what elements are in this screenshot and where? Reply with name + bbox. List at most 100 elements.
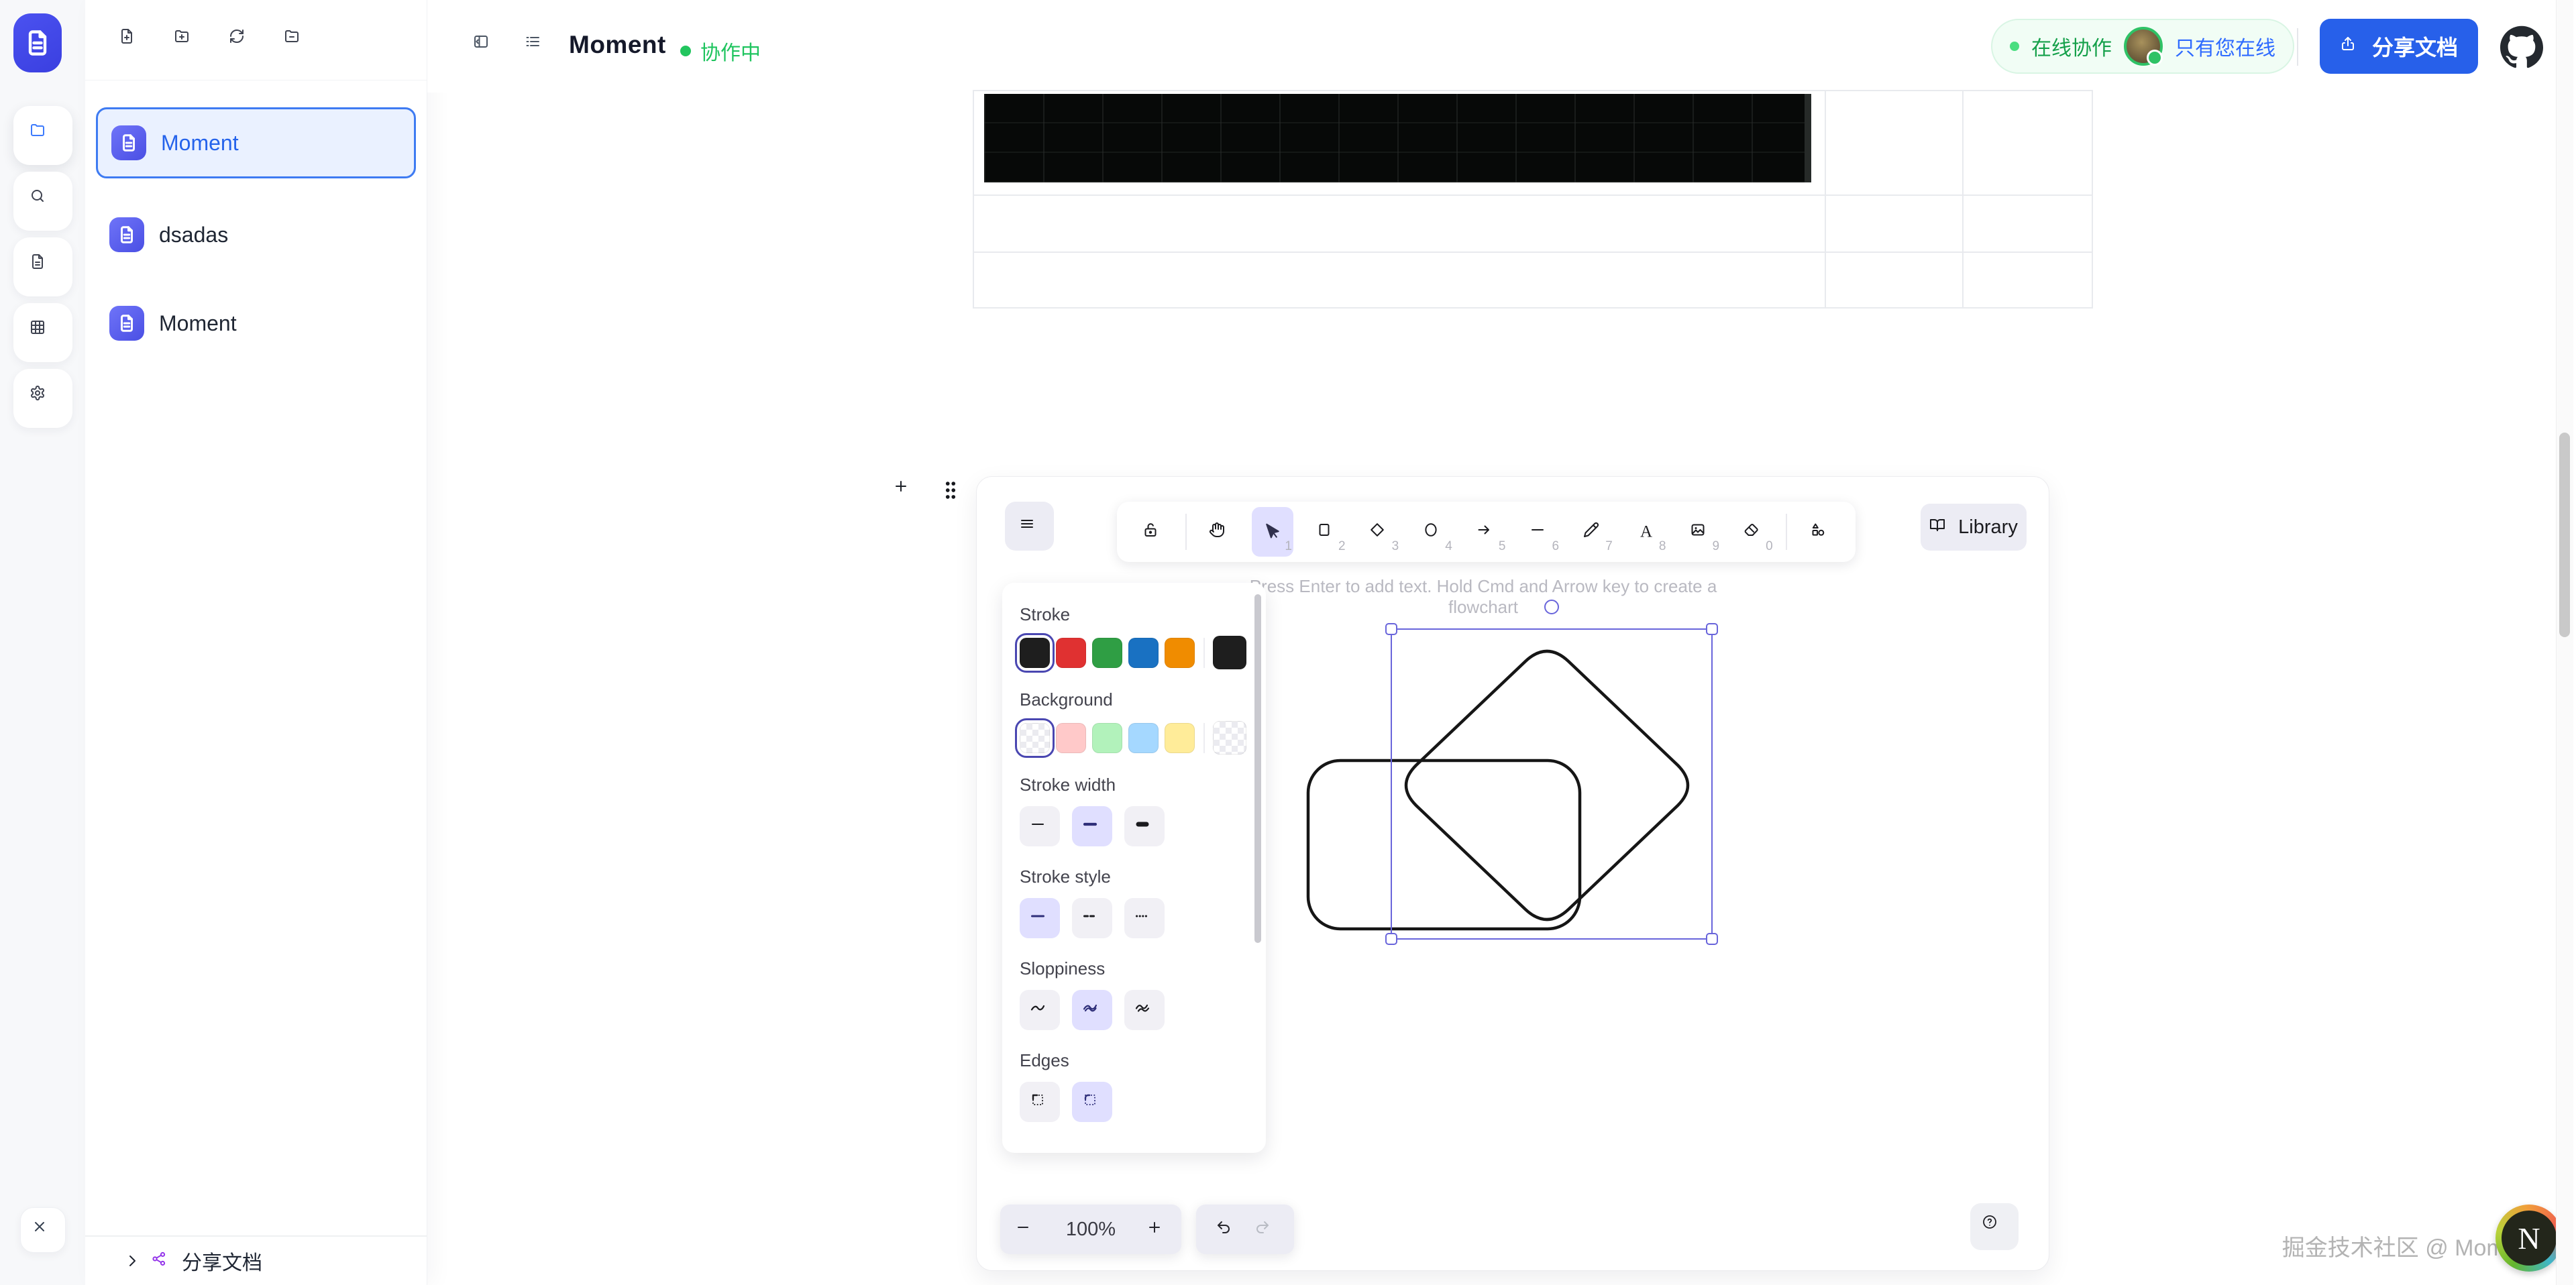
stroke_width-option-bold[interactable] bbox=[1072, 806, 1112, 846]
zoom-out-button[interactable] bbox=[1015, 1219, 1035, 1239]
background-swatch-row bbox=[1020, 721, 1248, 755]
stroke_style-option-dotted[interactable] bbox=[1124, 898, 1165, 938]
tool-line[interactable]: 6 bbox=[1519, 507, 1560, 557]
background-color-swatch-transparent[interactable] bbox=[1020, 723, 1050, 753]
background-color-swatch-#ffc9c9[interactable] bbox=[1056, 723, 1086, 753]
diamond-icon bbox=[1369, 522, 1389, 542]
n-avatar-letter: N bbox=[2502, 1211, 2557, 1266]
canvas-diamond[interactable] bbox=[1406, 651, 1688, 919]
github-link[interactable] bbox=[2500, 25, 2543, 68]
tool-text[interactable]: A8 bbox=[1625, 507, 1667, 557]
rail-item-grid[interactable] bbox=[13, 303, 72, 362]
n-avatar-badge[interactable]: N bbox=[2496, 1205, 2563, 1272]
app-logo[interactable] bbox=[13, 13, 62, 72]
help-button[interactable] bbox=[1970, 1203, 2019, 1250]
rotate-handle[interactable] bbox=[1544, 600, 1559, 614]
tool-eraser[interactable]: 0 bbox=[1733, 507, 1774, 557]
table-border bbox=[973, 90, 2093, 91]
sidebar-item-moment-0[interactable]: Moment bbox=[96, 107, 416, 178]
whiteboard-block: Press Enter to add text. Hold Cmd and Ar… bbox=[976, 476, 2049, 1271]
stroke_width-option-thin[interactable] bbox=[1020, 806, 1060, 846]
rail-item-search[interactable] bbox=[13, 172, 72, 231]
canvas-rounded-rectangle[interactable] bbox=[1308, 761, 1580, 929]
sidebar-tool-file-plus[interactable] bbox=[107, 16, 155, 64]
rail-item-file-text[interactable] bbox=[13, 237, 72, 296]
background-color-swatch-#ffec99[interactable] bbox=[1165, 723, 1195, 753]
close-sidebar-button[interactable] bbox=[20, 1207, 66, 1253]
tool-shortcut: 0 bbox=[1766, 539, 1773, 554]
resize-handle[interactable] bbox=[1706, 933, 1718, 945]
stroke_style-option-dashed[interactable] bbox=[1072, 898, 1112, 938]
canvas-hint: Press Enter to add text. Hold Cmd and Ar… bbox=[1215, 576, 1752, 618]
tool-rectangle[interactable]: 2 bbox=[1305, 507, 1347, 557]
stroke_width-option-extrabold[interactable] bbox=[1124, 806, 1165, 846]
sidebar-item-dsadas-1[interactable]: dsadas bbox=[96, 203, 416, 267]
book-icon bbox=[1929, 517, 1949, 537]
table-border bbox=[973, 90, 974, 309]
tool-hand[interactable] bbox=[1198, 507, 1240, 557]
page-scrollbar-track bbox=[2556, 0, 2573, 1285]
swatch-divider bbox=[1203, 723, 1205, 753]
stroke_style-option-solid[interactable] bbox=[1020, 898, 1060, 938]
zoom-level[interactable]: 100% bbox=[1066, 1219, 1116, 1241]
drag-handle[interactable] bbox=[937, 477, 964, 504]
sloppiness-option-cartoonist[interactable] bbox=[1124, 990, 1165, 1030]
resize-handle[interactable] bbox=[1385, 623, 1397, 635]
undo-button[interactable] bbox=[1216, 1219, 1236, 1239]
edges-option-sharp[interactable] bbox=[1020, 1082, 1060, 1122]
sidebar-tool-sync[interactable] bbox=[217, 16, 265, 64]
tool-shortcut: 5 bbox=[1499, 539, 1506, 554]
stroke-color-swatch-#e03131[interactable] bbox=[1056, 638, 1086, 668]
sidebar-share-row[interactable]: 分享文档 bbox=[85, 1235, 427, 1285]
tool-arrow[interactable]: 5 bbox=[1465, 507, 1507, 557]
document-icon bbox=[109, 217, 144, 252]
tool-ellipse[interactable]: 4 bbox=[1412, 507, 1454, 557]
rail-item-folder[interactable] bbox=[13, 106, 72, 165]
tool-pencil[interactable]: 7 bbox=[1572, 507, 1614, 557]
rail-item-gear[interactable] bbox=[13, 369, 72, 428]
sidebar-tool-folder-plus[interactable] bbox=[162, 16, 210, 64]
library-button[interactable]: Library bbox=[1921, 504, 2027, 551]
stroke-color-swatch-#2f9e44[interactable] bbox=[1092, 638, 1122, 668]
header-divider bbox=[2297, 28, 2298, 66]
app-window: MomentdsadasMoment 分享文档 Moment 协作中 在线协作 … bbox=[0, 0, 2576, 1285]
sloppiness-options bbox=[1020, 990, 1248, 1030]
share-document-button[interactable]: 分享文档 bbox=[2320, 19, 2478, 74]
tool-shortcut: 9 bbox=[1712, 539, 1719, 554]
page-scrollbar-thumb[interactable] bbox=[2559, 433, 2570, 637]
panel-scrollbar[interactable] bbox=[1254, 594, 1261, 943]
sidebar-tool-folder-minus[interactable] bbox=[272, 16, 320, 64]
stroke-color-swatch-#f08c00[interactable] bbox=[1165, 638, 1195, 668]
zoom-in-button[interactable] bbox=[1146, 1219, 1167, 1239]
stroke-color-swatch-#1971c2[interactable] bbox=[1128, 638, 1159, 668]
tool-shapes[interactable] bbox=[1799, 507, 1841, 557]
tool-diamond[interactable]: 3 bbox=[1358, 507, 1400, 557]
stroke-color-swatch-#1e1e1e[interactable] bbox=[1020, 638, 1050, 668]
collapse-panel-icon[interactable] bbox=[473, 34, 498, 59]
stroke-section-label: Stroke bbox=[1020, 604, 1248, 625]
sidebar-item-moment-2[interactable]: Moment bbox=[96, 291, 416, 355]
sloppiness-option-artist[interactable] bbox=[1072, 990, 1112, 1030]
tool-lock-open[interactable] bbox=[1132, 507, 1173, 557]
outline-list-icon[interactable] bbox=[525, 34, 550, 59]
background-color-swatch-#b2f2bb[interactable] bbox=[1092, 723, 1122, 753]
sloppiness-option-architect[interactable] bbox=[1020, 990, 1060, 1030]
document-label: dsadas bbox=[159, 223, 228, 247]
table-border bbox=[973, 307, 2093, 309]
add-block-button[interactable] bbox=[892, 477, 918, 504]
stroke-style-options bbox=[1020, 898, 1248, 938]
background-current-color[interactable] bbox=[1213, 721, 1246, 755]
embedded-dark-image[interactable] bbox=[984, 94, 1811, 182]
resize-handle[interactable] bbox=[1385, 933, 1397, 945]
presence-pill[interactable]: 在线协作 只有您在线 bbox=[1991, 19, 2294, 74]
avatar[interactable] bbox=[2124, 27, 2163, 66]
tool-cursor[interactable]: 1 bbox=[1252, 507, 1293, 557]
background-color-swatch-#a5d8ff[interactable] bbox=[1128, 723, 1159, 753]
canvas-toolbar: 1234 567A8 9 0 bbox=[1117, 502, 1856, 562]
canvas-menu-button[interactable] bbox=[1005, 502, 1054, 551]
edges-option-round[interactable] bbox=[1072, 1082, 1112, 1122]
redo-button[interactable] bbox=[1254, 1219, 1275, 1239]
resize-handle[interactable] bbox=[1706, 623, 1718, 635]
stroke-current-color[interactable] bbox=[1213, 636, 1246, 669]
tool-image[interactable]: 9 bbox=[1679, 507, 1721, 557]
